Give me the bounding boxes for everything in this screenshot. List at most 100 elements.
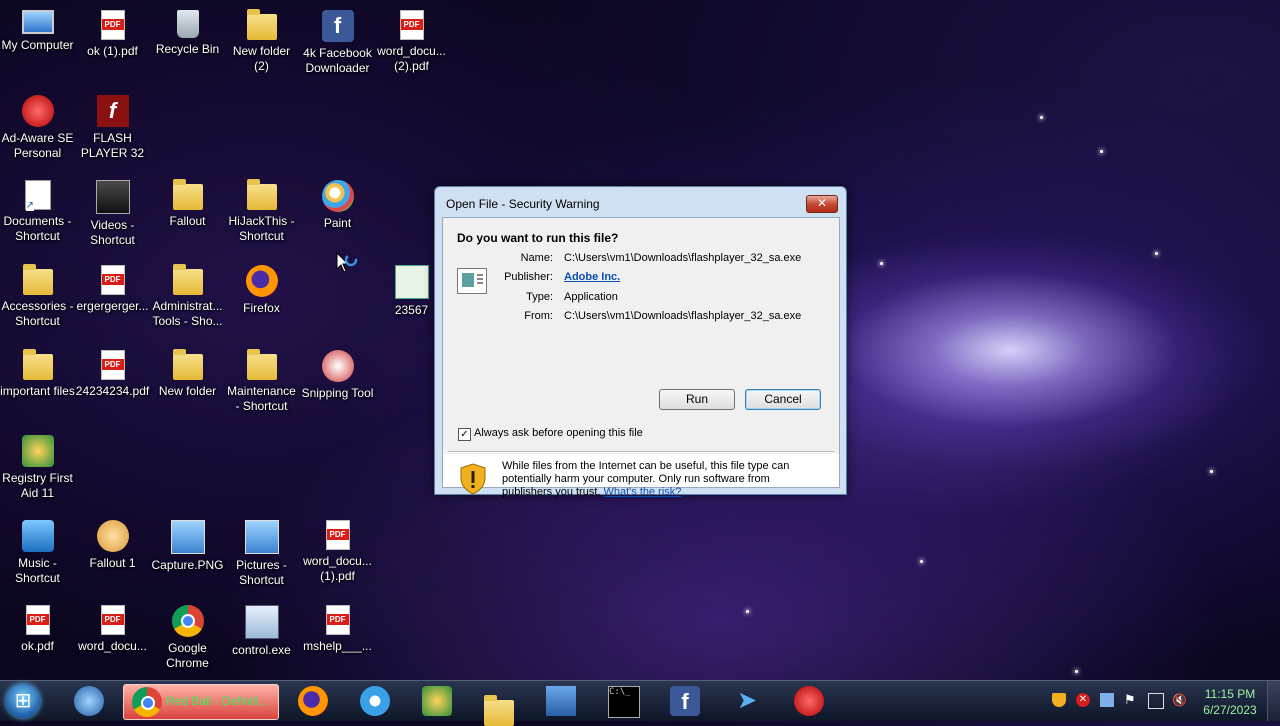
desktop-icon-paint[interactable]: Paint — [300, 174, 375, 231]
taskbar-facebook-downloader-button[interactable]: f — [662, 684, 708, 718]
desktop-icon-24234234-pdf[interactable]: 24234234.pdf — [75, 344, 150, 399]
icon-label: 24234234.pdf — [75, 384, 150, 398]
desktop-icon-ok-pdf[interactable]: ok.pdf — [0, 599, 75, 654]
folder-shortcut-icon — [22, 264, 53, 295]
icon-label: 4k Facebook Downloader — [303, 46, 372, 75]
show-desktop-button[interactable] — [1267, 681, 1280, 721]
taskbar-chrome-window[interactable]: Red Ball - Definiti... — [123, 684, 279, 720]
system-tray: ✕ ⚑ 🔇 — [1048, 681, 1208, 721]
taskbar-telegram-button[interactable]: ➤ — [724, 684, 770, 718]
desktop-icon-videos-shortcut[interactable]: Videos - Shortcut — [75, 174, 150, 248]
desktop-icon-recycle-bin[interactable]: Recycle Bin — [150, 4, 225, 57]
chrome-icon — [171, 605, 204, 637]
snipping-tool-icon — [321, 350, 354, 382]
icon-label: FLASH PLAYER 32 — [80, 131, 145, 160]
file-explorer-icon — [484, 695, 514, 726]
pdf-icon — [25, 605, 50, 635]
pictures-shortcut-icon — [244, 520, 279, 554]
icon-label: Documents - Shortcut — [3, 214, 72, 243]
desktop-icon-word-docu-2-pdf[interactable]: word_docu... (2).pdf — [374, 4, 449, 74]
always-ask-checkbox[interactable]: ✓ — [458, 428, 471, 441]
pdf-icon — [100, 10, 125, 40]
run-button[interactable]: Run — [659, 389, 735, 410]
taskbar-cmd-button[interactable]: C:\_ — [600, 684, 646, 718]
desktop-icon-google-chrome[interactable]: Google Chrome — [150, 599, 225, 671]
active-window-label: Red Ball - Definiti... — [166, 694, 269, 708]
desktop-icon-pictures-shortcut[interactable]: Pictures - Shortcut — [224, 514, 299, 588]
taskbar-registry-button[interactable] — [414, 684, 460, 718]
desktop-icon-control-exe[interactable]: control.exe — [224, 599, 299, 658]
folder-shortcut-icon — [246, 349, 277, 380]
desktop-icon-my-computer[interactable]: My Computer — [0, 4, 75, 53]
dialog-question: Do you want to run this file? — [457, 231, 619, 245]
publisher-link[interactable]: Adobe Inc. — [564, 271, 620, 283]
desktop-icon-firefox[interactable]: Firefox — [224, 259, 299, 316]
facebook-downloader-icon: f — [670, 686, 700, 716]
icon-label: Maintenance - Shortcut — [227, 384, 296, 413]
network-icon — [74, 686, 104, 716]
folder-icon — [246, 9, 277, 40]
icon-label: word_docu... (1).pdf — [303, 554, 372, 583]
desktop-icon-fallout[interactable]: Fallout — [150, 174, 225, 229]
registry-first-aid-icon — [21, 435, 54, 467]
taskbar-adaware-button[interactable] — [786, 684, 832, 718]
network-icon[interactable] — [1100, 693, 1114, 707]
start-button[interactable] — [6, 684, 40, 718]
folder-icon — [172, 179, 203, 210]
taskbar-explorer-button[interactable] — [476, 684, 522, 726]
desktop-icon-mshelp[interactable]: mshelp___... — [300, 599, 375, 654]
taskbar-firefox-button[interactable] — [290, 684, 336, 718]
desktop-icon-registry-first-aid[interactable]: Registry First Aid 11 — [0, 429, 75, 501]
desktop-icon-accessories-shortcut[interactable]: Accessories - Shortcut — [0, 259, 75, 329]
desktop-icon-snipping-tool[interactable]: Snipping Tool — [300, 344, 375, 401]
firefox-icon — [298, 686, 328, 716]
display-icon[interactable] — [1148, 693, 1164, 709]
taskbar-network-button[interactable] — [66, 684, 112, 718]
taskbar-safari-button[interactable] — [352, 684, 398, 718]
clock-time: 11:15 PM — [1204, 687, 1256, 701]
always-ask-label[interactable]: Always ask before opening this file — [474, 427, 643, 439]
desktop-icon-ad-aware[interactable]: Ad-Aware SE Personal — [0, 89, 75, 161]
security-warning-dialog: Open File - Security Warning ✕ Do you wa… — [434, 186, 847, 498]
icon-label: word_docu... — [78, 639, 147, 653]
desktop-icon-ok-1-pdf[interactable]: ok (1).pdf — [75, 4, 150, 59]
folder-shortcut-icon — [246, 179, 277, 210]
desktop-icon-maintenance-shortcut[interactable]: Maintenance - Shortcut — [224, 344, 299, 414]
desktop-icon-hijackthis-shortcut[interactable]: HiJackThis - Shortcut — [224, 174, 299, 244]
desktop-icon-capture-png[interactable]: Capture.PNG — [150, 514, 225, 573]
divider — [448, 451, 834, 453]
desktop-icon-music-shortcut[interactable]: Music - Shortcut — [0, 514, 75, 586]
icon-label: Snipping Tool — [301, 386, 374, 400]
icon-label: ergergerger... — [76, 299, 149, 313]
desktop-icon-word-docu-1-pdf[interactable]: word_docu... (1).pdf — [300, 514, 375, 584]
close-button[interactable]: ✕ — [806, 195, 838, 213]
icon-label: Accessories - Shortcut — [1, 299, 74, 328]
icon-label: HiJackThis - Shortcut — [228, 214, 295, 243]
flag-icon[interactable]: ⚑ — [1124, 693, 1138, 707]
desktop-icon-important-files[interactable]: important files — [0, 344, 75, 399]
cancel-button[interactable]: Cancel — [745, 389, 821, 410]
desktop-icon-4k-facebook-downloader[interactable]: f 4k Facebook Downloader — [300, 4, 375, 76]
icon-label: Fallout 1 — [89, 556, 136, 570]
pdf-icon — [100, 265, 125, 295]
desktop-icon-ergergerger[interactable]: ergergerger... — [75, 259, 150, 314]
desktop-icon-word-docu[interactable]: word_docu... — [75, 599, 150, 654]
desktop-icon-new-folder-2[interactable]: New folder (2) — [224, 4, 299, 74]
error-icon[interactable]: ✕ — [1076, 693, 1090, 707]
desktop-icon-fallout-1[interactable]: Fallout 1 — [75, 514, 150, 571]
volume-muted-icon[interactable]: 🔇 — [1172, 693, 1187, 707]
desktop-icon-administrative-tools[interactable]: Administrat... Tools - Sho... — [150, 259, 225, 329]
desktop-icon-flash-player-32[interactable]: f FLASH PLAYER 32 — [75, 89, 150, 161]
star — [1210, 470, 1213, 473]
clock[interactable]: 11:15 PM 6/27/2023 — [1200, 686, 1260, 718]
shield-icon[interactable] — [1052, 693, 1066, 707]
icon-label: Videos - Shortcut — [90, 218, 135, 247]
videos-shortcut-icon — [95, 180, 130, 214]
icon-label: ok (1).pdf — [87, 44, 138, 58]
taskbar-task-manager-button[interactable] — [538, 684, 584, 718]
icon-label: Fallout — [169, 214, 206, 228]
telegram-icon: ➤ — [736, 687, 758, 714]
desktop-icon-new-folder[interactable]: New folder — [150, 344, 225, 399]
risk-link[interactable]: What's the risk? — [604, 486, 682, 498]
desktop-icon-documents-shortcut[interactable]: Documents - Shortcut — [0, 174, 75, 244]
